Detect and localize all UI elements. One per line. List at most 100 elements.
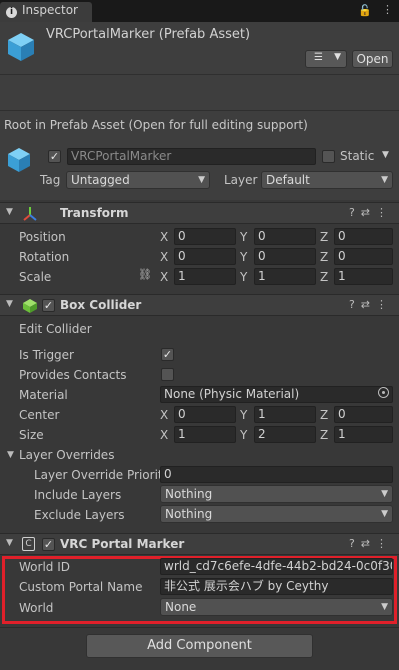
provides-contacts-checkbox[interactable] xyxy=(161,368,174,381)
static-checkbox[interactable] xyxy=(322,150,335,163)
collapse-icon[interactable]: ▼ xyxy=(6,207,13,217)
prefab-note-bar: Root in Prefab Asset (Open for full edit… xyxy=(0,110,399,140)
axis-y-label: Y xyxy=(240,250,248,264)
chevron-down-icon: ▼ xyxy=(334,52,341,62)
script-icon: C xyxy=(22,537,35,551)
gameobject-cube-icon xyxy=(8,148,30,172)
tag-dropdown[interactable]: Untagged ▼ xyxy=(66,171,210,189)
rotation-label: Rotation xyxy=(19,250,70,264)
component-tools-icons[interactable]: ?⇄⋮ xyxy=(349,537,393,550)
transform-icon xyxy=(23,207,37,221)
axis-z-label: Z xyxy=(320,428,329,442)
axis-z-label: Z xyxy=(320,270,329,284)
axis-y-label: Y xyxy=(240,408,248,422)
tab-label: Inspector xyxy=(22,3,78,17)
provides-contacts-label: Provides Contacts xyxy=(19,368,127,382)
world-label: World xyxy=(19,601,54,615)
size-x-field[interactable]: 1 xyxy=(174,426,236,443)
position-y-field[interactable]: 0 xyxy=(254,228,316,245)
collapse-icon[interactable]: ▼ xyxy=(6,538,13,548)
axis-x-label: X xyxy=(160,408,169,422)
tag-label: Tag xyxy=(40,173,61,187)
more-options-icon[interactable]: ⋮ xyxy=(382,3,394,16)
position-label: Position xyxy=(19,230,66,244)
object-picker-icon[interactable] xyxy=(378,387,389,398)
rotation-x-field[interactable]: 0 xyxy=(174,248,236,265)
rotation-y-field[interactable]: 0 xyxy=(254,248,316,265)
prefab-cube-icon xyxy=(8,33,34,61)
world-id-label: World ID xyxy=(19,560,70,574)
edit-collider-label: Edit Collider xyxy=(19,322,92,336)
transform-title: Transform xyxy=(60,206,129,220)
layer-override-priority-field[interactable]: 0 xyxy=(160,466,393,483)
position-x-field[interactable]: 0 xyxy=(174,228,236,245)
include-layers-dropdown[interactable]: Nothing ▼ xyxy=(160,485,393,503)
static-dropdown-icon[interactable]: ▼ xyxy=(382,150,389,160)
axis-z-label: Z xyxy=(320,250,329,264)
static-label: Static xyxy=(340,149,375,163)
gameobject-name-input[interactable]: VRCPortalMarker xyxy=(67,148,316,165)
box-collider-title: Box Collider xyxy=(60,298,142,312)
box-collider-header[interactable]: ▼ ✓ Box Collider ?⇄⋮ xyxy=(0,294,399,316)
center-x-field[interactable]: 0 xyxy=(174,406,236,423)
portal-marker-header[interactable]: ▼ C ✓ VRC Portal Marker ?⇄⋮ xyxy=(0,533,399,555)
axis-y-label: Y xyxy=(240,428,248,442)
axis-y-label: Y xyxy=(240,270,248,284)
axis-x-label: X xyxy=(160,250,169,264)
component-tools-icons[interactable]: ?⇄⋮ xyxy=(349,206,393,219)
axis-x-label: X xyxy=(160,270,169,284)
scale-x-field[interactable]: 1 xyxy=(174,268,236,285)
active-checkbox[interactable]: ✓ xyxy=(48,150,61,163)
constrain-proportions-icon[interactable]: ⛓ xyxy=(138,268,152,281)
layer-label: Layer xyxy=(224,173,258,187)
material-label: Material xyxy=(19,388,68,402)
component-tools-icons[interactable]: ?⇄⋮ xyxy=(349,298,393,311)
position-z-field[interactable]: 0 xyxy=(334,228,393,245)
box-collider-enabled-checkbox[interactable]: ✓ xyxy=(42,299,55,312)
layer-overrides-label: Layer Overrides xyxy=(19,448,115,462)
open-button[interactable]: Open xyxy=(352,50,393,68)
axis-z-label: Z xyxy=(320,408,329,422)
custom-portal-name-field[interactable]: 非公式 展示会ハブ by Ceythy xyxy=(160,578,393,595)
toolbar-area xyxy=(0,74,399,111)
material-field[interactable]: None (Physic Material) xyxy=(160,386,393,403)
add-component-button[interactable]: Add Component xyxy=(86,634,313,658)
center-z-field[interactable]: 0 xyxy=(334,406,393,423)
size-z-field[interactable]: 1 xyxy=(334,426,393,443)
center-y-field[interactable]: 1 xyxy=(254,406,316,423)
collapse-icon[interactable]: ▼ xyxy=(6,299,13,309)
axis-x-label: X xyxy=(160,230,169,244)
lock-icon[interactable]: 🔓 xyxy=(358,4,372,17)
include-layers-label: Include Layers xyxy=(34,488,122,502)
world-dropdown[interactable]: None ▼ xyxy=(160,598,393,616)
size-label: Size xyxy=(19,428,44,442)
transform-header[interactable]: ▼ Transform ?⇄⋮ xyxy=(0,202,399,224)
custom-portal-name-label: Custom Portal Name xyxy=(19,580,143,594)
size-y-field[interactable]: 2 xyxy=(254,426,316,443)
scale-label: Scale xyxy=(19,270,52,284)
scale-y-field[interactable]: 1 xyxy=(254,268,316,285)
layer-override-priority-label: Layer Override Priority xyxy=(34,468,170,482)
axis-x-label: X xyxy=(160,428,169,442)
axis-z-label: Z xyxy=(320,230,329,244)
layer-dropdown[interactable]: Default ▼ xyxy=(261,171,393,189)
portal-marker-title: VRC Portal Marker xyxy=(60,537,185,551)
exclude-layers-label: Exclude Layers xyxy=(34,508,125,522)
divider xyxy=(0,627,399,628)
scale-z-field[interactable]: 1 xyxy=(334,268,393,285)
info-icon: i xyxy=(6,7,17,18)
world-id-field[interactable]: wrld_cd7c6efe-4dfe-44b2-bd24-0c0f30 xyxy=(160,558,393,575)
prefab-menu-dropdown[interactable]: ☰ ▼ xyxy=(305,50,347,68)
exclude-layers-dropdown[interactable]: Nothing ▼ xyxy=(160,505,393,523)
rotation-z-field[interactable]: 0 xyxy=(334,248,393,265)
layer-overrides-foldout-icon[interactable]: ▼ xyxy=(7,450,14,460)
page-title: VRCPortalMarker (Prefab Asset) xyxy=(46,27,251,42)
prefab-note: Root in Prefab Asset (Open for full edit… xyxy=(4,118,308,132)
axis-y-label: Y xyxy=(240,230,248,244)
portal-marker-enabled-checkbox[interactable]: ✓ xyxy=(42,538,55,551)
list-icon: ☰ xyxy=(314,52,323,63)
is-trigger-checkbox[interactable]: ✓ xyxy=(161,348,174,361)
center-label: Center xyxy=(19,408,60,422)
is-trigger-label: Is Trigger xyxy=(19,348,74,362)
box-collider-icon xyxy=(23,299,37,313)
